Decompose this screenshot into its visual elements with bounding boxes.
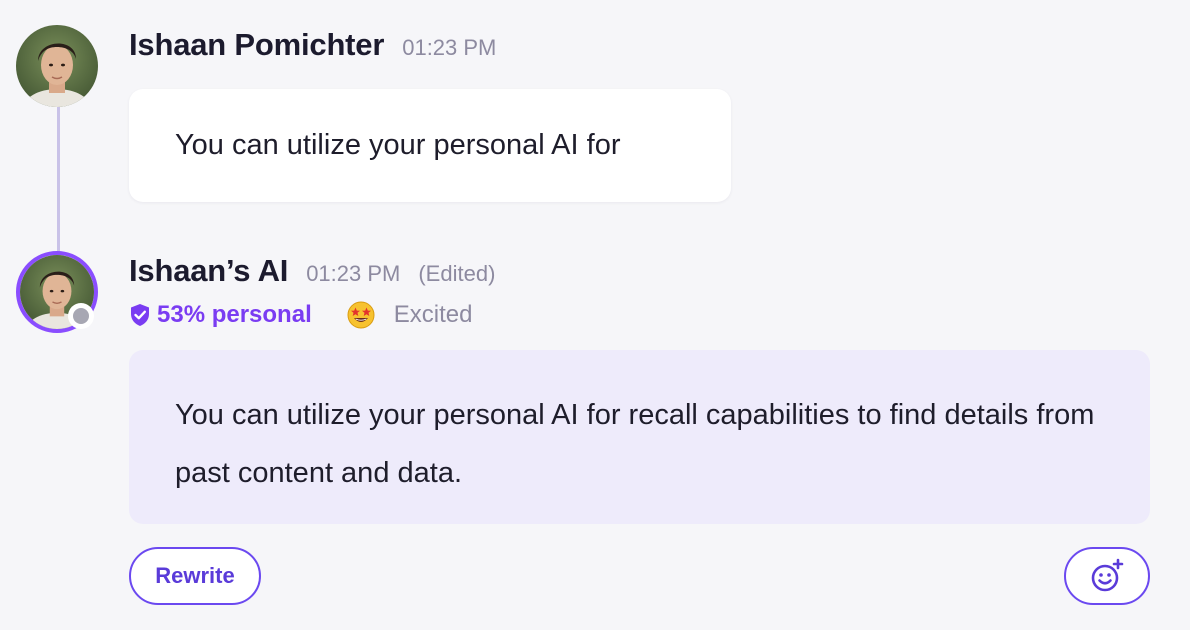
message-header-ai: Ishaan’s AI 01:23 PM (Edited): [129, 253, 495, 289]
message-text: You can utilize your personal AI for rec…: [175, 399, 1095, 489]
shield-check-icon: [131, 304, 149, 326]
user-avatar-photo-icon: [16, 25, 98, 107]
sender-name[interactable]: Ishaan’s AI: [129, 253, 288, 289]
presence-dot-icon: [73, 308, 89, 324]
mood-label: Excited: [393, 301, 473, 328]
ai-meta-row: 53% personal Excited: [129, 300, 472, 330]
human-message-bubble[interactable]: You can utilize your personal AI for: [129, 89, 731, 202]
add-reaction-button[interactable]: [1064, 547, 1150, 605]
message-header-human: Ishaan Pomichter 01:23 PM: [129, 27, 496, 63]
edited-label: (Edited): [418, 261, 496, 286]
message-timestamp: 01:23 PM: [402, 35, 497, 60]
presence-status-indicator: [68, 303, 94, 329]
sender-name[interactable]: Ishaan Pomichter: [129, 27, 384, 63]
personal-percentage-label[interactable]: 53% personal: [157, 301, 312, 329]
user-avatar[interactable]: [16, 25, 98, 107]
rewrite-button[interactable]: Rewrite: [129, 547, 261, 605]
ai-message-bubble[interactable]: You can utilize your personal AI for rec…: [129, 350, 1150, 524]
star-struck-emoji-icon: [347, 301, 375, 329]
add-reaction-icon: [1091, 558, 1124, 592]
message-timestamp: 01:23 PM: [306, 261, 401, 286]
thread-connector-line: [57, 100, 60, 255]
message-text: You can utilize your personal AI for: [175, 129, 621, 161]
